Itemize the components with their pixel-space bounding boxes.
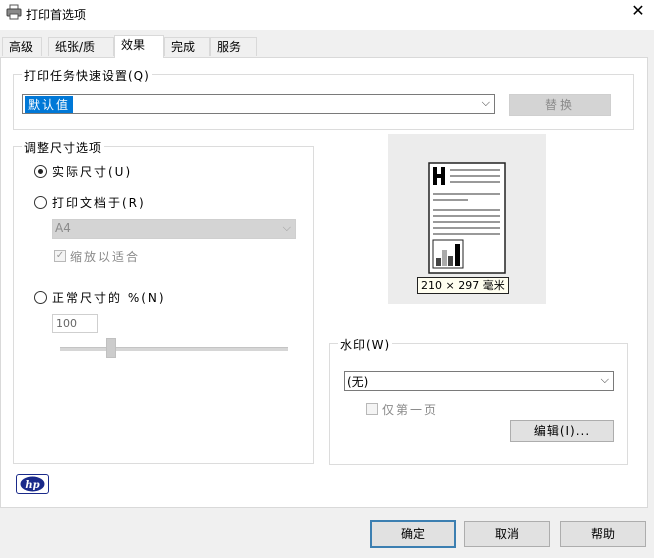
page-preview: 210 × 297 毫米	[388, 134, 546, 304]
watermark-edit-button[interactable]: 编辑(I)...	[510, 420, 614, 442]
watermark-select[interactable]: (无) ⌵	[344, 371, 614, 391]
print-doc-on-radio[interactable]	[34, 196, 47, 209]
document-preview-icon	[428, 162, 506, 274]
first-page-only-checkbox[interactable]	[366, 403, 378, 415]
scale-slider-thumb[interactable]	[105, 338, 116, 358]
cancel-button[interactable]: 取消	[464, 521, 550, 547]
quick-settings-group: 打印任务快速设置(Q) 默认值 ⌵ 替换	[13, 67, 634, 130]
replace-button[interactable]: 替换	[509, 94, 611, 116]
hp-logo: hp	[16, 474, 49, 494]
chevron-down-icon: ⌵	[600, 373, 609, 386]
quick-settings-legend: 打印任务快速设置(Q)	[22, 67, 152, 84]
paper-size-label: 210 × 297 毫米	[417, 277, 509, 294]
paper-size-select[interactable]: A4 ⌵	[52, 219, 296, 239]
first-page-only-label: 仅第一页	[382, 403, 439, 417]
tab-paper-quality[interactable]: 纸张/质量	[48, 37, 114, 72]
fit-to-label: 缩放以适合	[70, 250, 141, 264]
tab-strip: 高级 纸张/质量 效果 完成 服务	[0, 35, 654, 72]
print-doc-on-label: 打印文档于(R)	[52, 196, 146, 210]
tab-services[interactable]: 服务	[210, 37, 257, 56]
tab-panel: 打印任务快速设置(Q) 默认值 ⌵ 替换 调整尺寸选项 实际尺寸(U) 打印文档…	[0, 57, 648, 508]
hp-logo-icon: hp	[20, 476, 45, 492]
actual-size-label: 实际尺寸(U)	[52, 165, 133, 179]
quick-settings-value: 默认值	[25, 96, 74, 113]
percent-input[interactable]: 100	[52, 314, 98, 333]
watermark-group: 水印(W) (无) ⌵ 仅第一页 编辑(I)...	[329, 336, 628, 465]
tab-finishing[interactable]: 完成	[164, 37, 210, 56]
watermark-value: (无)	[347, 375, 369, 389]
watermark-legend: 水印(W)	[338, 336, 393, 353]
tab-effects[interactable]: 效果	[114, 35, 164, 58]
hp-logo-text: hp	[25, 480, 39, 491]
title-bar: 打印首选项 ✕	[0, 0, 654, 30]
scale-slider-track[interactable]	[60, 347, 288, 351]
help-button[interactable]: 帮助	[560, 521, 646, 547]
resize-options-legend: 调整尺寸选项	[22, 139, 105, 156]
percent-normal-label: 正常尺寸的 %(N)	[52, 291, 166, 305]
close-button[interactable]: ✕	[626, 2, 650, 22]
ok-button[interactable]: 确定	[370, 520, 456, 548]
printer-icon	[6, 4, 22, 20]
chevron-down-icon: ⌵	[282, 221, 291, 234]
percent-normal-radio[interactable]	[34, 291, 47, 304]
actual-size-radio[interactable]	[34, 165, 47, 178]
fit-to-checkbox[interactable]: ✓	[54, 250, 66, 262]
chevron-down-icon: ⌵	[481, 96, 490, 109]
window-title: 打印首选项	[26, 8, 87, 22]
resize-options-group: 调整尺寸选项 实际尺寸(U) 打印文档于(R) A4 ⌵ ✓ 缩放以适合 正常尺…	[13, 139, 314, 464]
tab-advanced[interactable]: 高级	[2, 37, 42, 56]
paper-size-value: A4	[55, 221, 71, 235]
quick-settings-select[interactable]: 默认值 ⌵	[22, 94, 495, 114]
